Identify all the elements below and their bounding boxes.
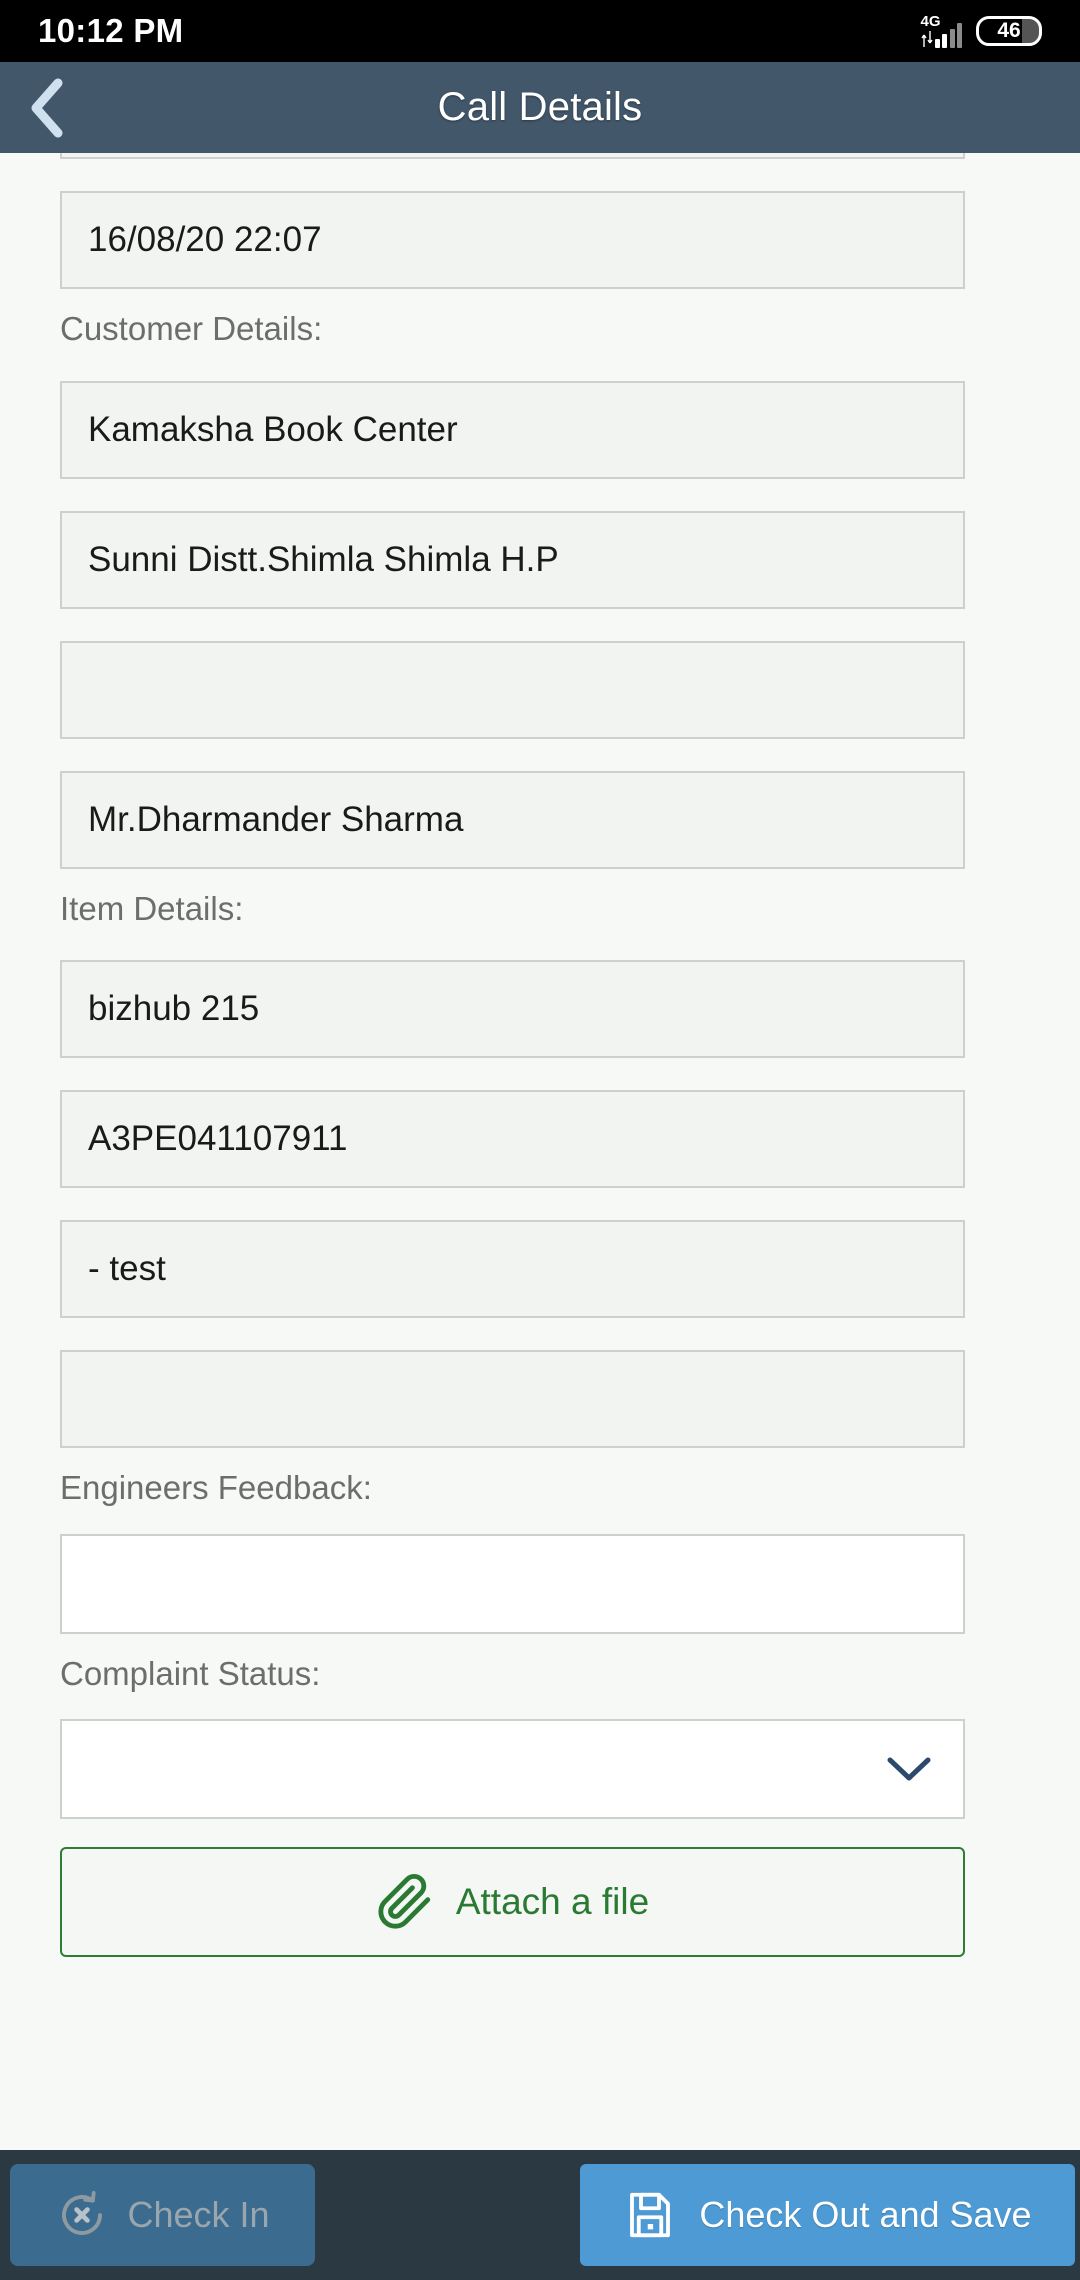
clipped-top-field[interactable] bbox=[60, 153, 965, 159]
chevron-down-icon bbox=[887, 1757, 931, 1781]
customer-contact-person-field[interactable]: Mr.Dharmander Sharma bbox=[60, 770, 965, 869]
bottom-action-bar: Check In Check Out and Save bbox=[0, 2150, 1080, 2280]
back-button[interactable] bbox=[0, 62, 96, 153]
attach-file-label: Attach a file bbox=[455, 1881, 650, 1923]
check-in-label: Check In bbox=[127, 2194, 270, 2235]
item-problem-field[interactable]: - test bbox=[60, 1220, 965, 1319]
page-title: Call Details bbox=[437, 85, 643, 129]
paperclip-icon bbox=[378, 1874, 431, 1929]
item-serial-field[interactable]: A3PE041107911 bbox=[60, 1090, 965, 1189]
status-icons: 4G 46 bbox=[920, 13, 1042, 48]
form-scroll-area[interactable]: 16/08/20 22:07 Customer Details: Kamaksh… bbox=[0, 153, 1080, 2150]
check-out-and-save-button[interactable]: Check Out and Save bbox=[580, 2164, 1075, 2266]
app-bar: Call Details bbox=[0, 62, 1080, 153]
chevron-left-icon bbox=[31, 78, 63, 137]
status-bar: 10:12 PM 4G 46 bbox=[0, 0, 1080, 62]
customer-phone-field[interactable] bbox=[60, 640, 965, 739]
engineers-feedback-input[interactable] bbox=[60, 1533, 965, 1634]
save-floppy-icon bbox=[630, 2192, 671, 2238]
rotate-cancel-icon bbox=[62, 2191, 103, 2235]
battery-level-label: 46 bbox=[997, 19, 1021, 42]
engineers-feedback-label: Engineers Feedback: bbox=[60, 1469, 372, 1507]
attach-file-button[interactable]: Attach a file bbox=[60, 1847, 965, 1958]
customer-details-label: Customer Details: bbox=[60, 310, 323, 347]
item-model-field[interactable]: bizhub 215 bbox=[60, 960, 965, 1059]
customer-name-field[interactable]: Kamaksha Book Center bbox=[60, 380, 965, 479]
customer-address-field[interactable]: Sunni Distt.Shimla Shimla H.P bbox=[60, 510, 965, 609]
complaint-status-label: Complaint Status: bbox=[60, 1654, 321, 1692]
check-in-button[interactable]: Check In bbox=[10, 2164, 315, 2266]
status-time: 10:12 PM bbox=[38, 12, 184, 49]
network-type-label: 4G bbox=[920, 13, 941, 30]
phone-screen: 10:12 PM 4G 46 Call Details 16/08/20 22:… bbox=[0, 0, 1080, 2280]
item-details-label: Item Details: bbox=[60, 889, 244, 927]
complaint-status-select[interactable] bbox=[60, 1719, 965, 1820]
data-transfer-arrows-icon bbox=[920, 31, 933, 47]
battery-indicator: 46 bbox=[976, 16, 1042, 46]
item-extra-field[interactable] bbox=[60, 1350, 965, 1449]
datetime-field[interactable]: 16/08/20 22:07 bbox=[60, 191, 965, 289]
network-indicator: 4G bbox=[920, 13, 962, 48]
check-out-and-save-label: Check Out and Save bbox=[699, 2194, 1032, 2235]
